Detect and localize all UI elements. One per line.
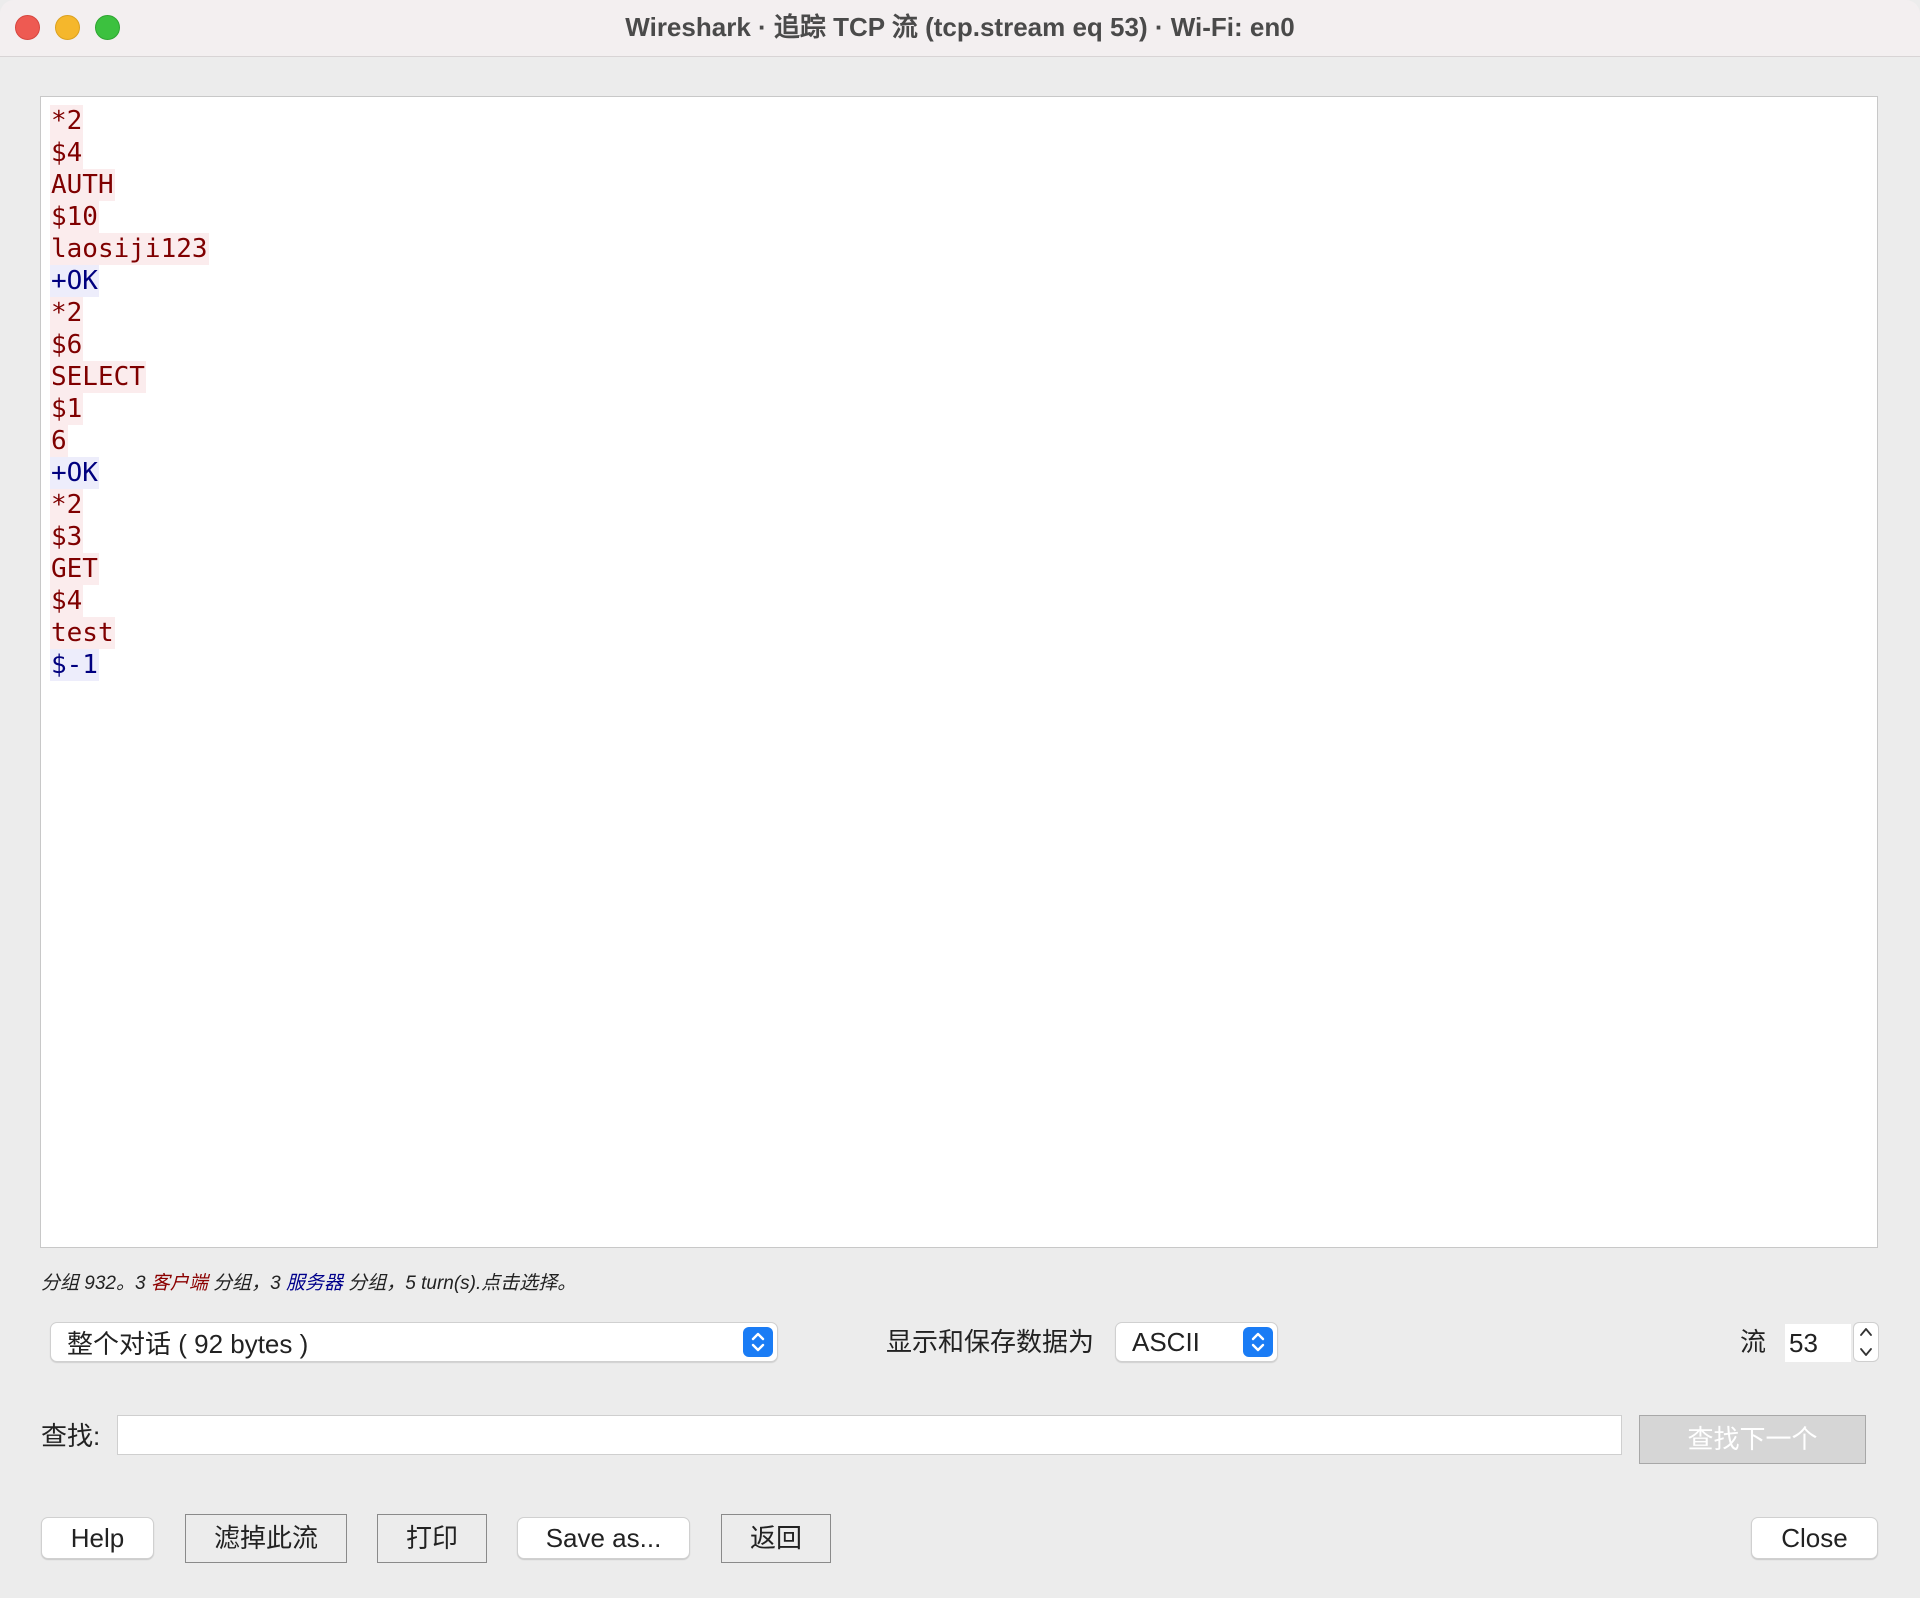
- client-stream-line: $4: [41, 585, 1877, 617]
- server-stream-line: $-1: [41, 649, 1877, 681]
- client-stream-line: 6: [41, 425, 1877, 457]
- up-down-chevron-icon: [743, 1327, 773, 1357]
- stream-line-text: *2: [50, 105, 84, 137]
- print-button[interactable]: 打印: [377, 1514, 487, 1563]
- stats-server-word: 服务器: [285, 1273, 343, 1294]
- client-stream-line: $6: [41, 329, 1877, 361]
- up-down-chevron-icon: [1243, 1327, 1273, 1357]
- stream-line-text: $-1: [50, 649, 99, 681]
- stream-line-text: $3: [50, 521, 84, 553]
- client-stream-line: *2: [41, 297, 1877, 329]
- stream-line-text: *2: [50, 489, 84, 521]
- stream-line-text: +OK: [50, 457, 99, 489]
- stream-line-text: $6: [50, 329, 84, 361]
- stream-line-text: AUTH: [50, 169, 115, 201]
- client-stream-line: $4: [41, 137, 1877, 169]
- stream-line-text: GET: [50, 553, 99, 585]
- stream-line-text: 6: [50, 425, 68, 457]
- stream-line-text: $1: [50, 393, 84, 425]
- help-button[interactable]: Help: [41, 1517, 154, 1559]
- follow-tcp-stream-window: Wireshark · 追踪 TCP 流 (tcp.stream eq 53) …: [0, 0, 1920, 1598]
- client-stream-line: laosiji123: [41, 233, 1877, 265]
- stream-line-text: $4: [50, 137, 84, 169]
- stream-content-view[interactable]: *2 $4 AUTH $10 laosiji123 +OK *2 $6 SELECT $1 6 +OK…: [40, 96, 1878, 1248]
- client-stream-line: test: [41, 617, 1877, 649]
- stream-line-text: $4: [50, 585, 84, 617]
- stream-line-text: *2: [50, 297, 84, 329]
- conversation-select-value: 整个对话 ( 92 bytes ): [67, 1328, 309, 1359]
- find-next-button[interactable]: 查找下一个: [1639, 1415, 1866, 1464]
- client-stream-line: *2: [41, 105, 1877, 137]
- server-stream-line: +OK: [41, 457, 1877, 489]
- filter-out-stream-button[interactable]: 滤掉此流: [185, 1514, 347, 1563]
- stream-stats-text[interactable]: 分组 932。3 客户端 分组，3 服务器 分组，5 turn(s).点击选择。: [41, 1270, 576, 1298]
- find-input[interactable]: [117, 1415, 1622, 1455]
- stream-number-field[interactable]: 53: [1785, 1324, 1851, 1362]
- close-button[interactable]: Close: [1751, 1517, 1878, 1559]
- stream-number-stepper[interactable]: [1853, 1322, 1879, 1362]
- format-select-value: ASCII: [1132, 1326, 1200, 1357]
- stream-line-text: +OK: [50, 265, 99, 297]
- client-stream-line: SELECT: [41, 361, 1877, 393]
- stepper-up-icon[interactable]: [1854, 1323, 1878, 1342]
- conversation-direction-select[interactable]: 整个对话 ( 92 bytes ): [50, 1322, 778, 1362]
- client-stream-line: $3: [41, 521, 1877, 553]
- format-select[interactable]: ASCII: [1115, 1322, 1278, 1362]
- stream-line-text: laosiji123: [50, 233, 209, 265]
- stats-suffix: 分组，5 turn(s).点击选择。: [342, 1273, 577, 1294]
- stats-middle: 分组，3: [207, 1273, 286, 1294]
- stream-line-text: $10: [50, 201, 99, 233]
- back-button[interactable]: 返回: [721, 1514, 831, 1563]
- stream-number-label: 流: [1740, 1327, 1767, 1357]
- stats-prefix: 分组 932。3: [41, 1273, 151, 1294]
- format-label: 显示和保存数据为: [886, 1327, 1095, 1357]
- stream-line-text: test: [50, 617, 115, 649]
- client-stream-line: $1: [41, 393, 1877, 425]
- server-stream-line: +OK: [41, 265, 1877, 297]
- stream-line-text: SELECT: [50, 361, 146, 393]
- window-title: Wireshark · 追踪 TCP 流 (tcp.stream eq 53) …: [625, 12, 1295, 42]
- find-label: 查找:: [41, 1421, 101, 1451]
- client-stream-line: GET: [41, 553, 1877, 585]
- client-stream-line: AUTH: [41, 169, 1877, 201]
- title-bar: Wireshark · 追踪 TCP 流 (tcp.stream eq 53) …: [0, 0, 1920, 57]
- save-as-button[interactable]: Save as...: [517, 1517, 690, 1559]
- stepper-down-icon[interactable]: [1854, 1342, 1878, 1361]
- client-stream-line: *2: [41, 489, 1877, 521]
- client-stream-line: $10: [41, 201, 1877, 233]
- stats-client-word: 客户端: [150, 1273, 208, 1294]
